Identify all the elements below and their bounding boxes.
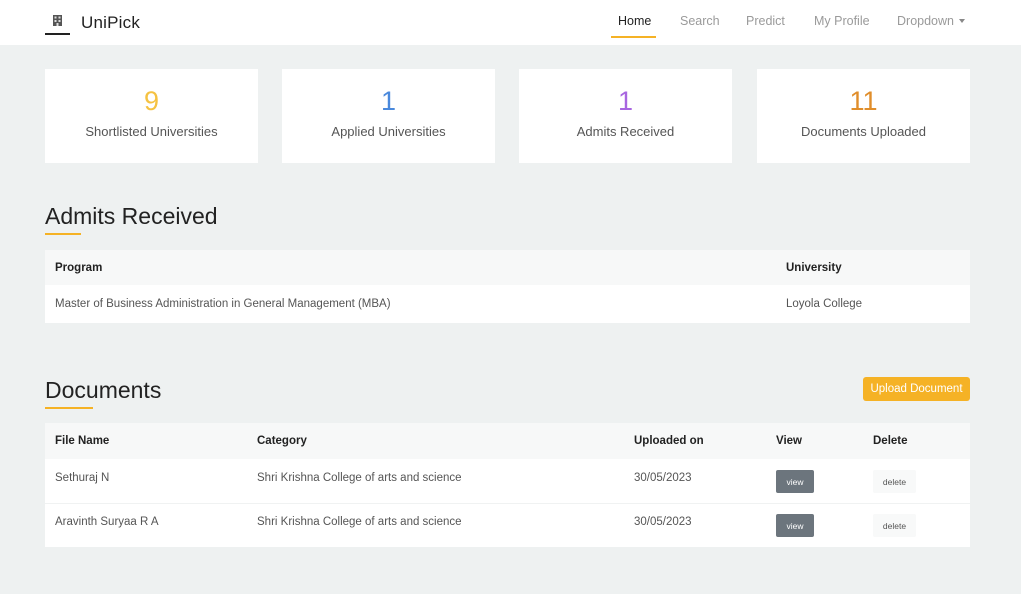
nav-predict[interactable]: Predict bbox=[746, 14, 785, 28]
stat-card-applied: 1 Applied Universities bbox=[282, 69, 495, 163]
stat-label: Admits Received bbox=[576, 124, 675, 139]
stat-card-documents: 11 Documents Uploaded bbox=[757, 69, 970, 163]
cell-university: Loyola College bbox=[786, 298, 863, 310]
delete-button[interactable]: delete bbox=[873, 514, 916, 537]
university-icon bbox=[45, 10, 70, 36]
stat-value: 1 bbox=[617, 86, 634, 116]
navbar: UniPick Home Search Predict My Profile D… bbox=[0, 0, 1021, 45]
delete-button[interactable]: delete bbox=[873, 470, 916, 493]
table-header: File Name Category Uploaded on View Dele… bbox=[45, 423, 970, 459]
stat-label: Documents Uploaded bbox=[800, 124, 927, 139]
nav-dropdown[interactable]: Dropdown bbox=[897, 14, 965, 28]
stat-card-admits: 1 Admits Received bbox=[519, 69, 732, 163]
row-divider bbox=[45, 503, 970, 504]
stat-value: 9 bbox=[143, 86, 160, 116]
cell-category: Shri Krishna College of arts and science bbox=[257, 516, 462, 528]
brand[interactable]: UniPick bbox=[45, 10, 140, 36]
cell-program: Master of Business Administration in Gen… bbox=[55, 298, 391, 310]
col-program: Program bbox=[55, 262, 103, 274]
view-button[interactable]: view bbox=[776, 514, 814, 537]
nav-home[interactable]: Home bbox=[618, 14, 651, 28]
admits-title-underline bbox=[45, 233, 81, 235]
stat-label: Applied Universities bbox=[331, 124, 446, 139]
stat-value: 11 bbox=[849, 86, 878, 116]
nav-active-indicator bbox=[611, 36, 656, 38]
nav-dropdown-label: Dropdown bbox=[897, 14, 954, 28]
admits-title: Admits Received bbox=[45, 203, 218, 229]
nav-my-profile[interactable]: My Profile bbox=[814, 14, 870, 28]
cell-file-name: Aravinth Suryaa R A bbox=[55, 516, 159, 528]
view-button[interactable]: view bbox=[776, 470, 814, 493]
col-category: Category bbox=[257, 435, 307, 447]
nav-search[interactable]: Search bbox=[680, 14, 720, 28]
col-university: University bbox=[786, 262, 842, 274]
stat-card-shortlisted: 9 Shortlisted Universities bbox=[45, 69, 258, 163]
cell-uploaded-on: 30/05/2023 bbox=[634, 516, 692, 528]
brand-name: UniPick bbox=[81, 13, 141, 32]
documents-table: File Name Category Uploaded on View Dele… bbox=[45, 423, 970, 547]
col-file-name: File Name bbox=[55, 435, 110, 447]
col-uploaded-on: Uploaded on bbox=[634, 435, 704, 447]
admits-table: Program University Master of Business Ad… bbox=[45, 250, 970, 323]
cell-category: Shri Krishna College of arts and science bbox=[257, 472, 462, 484]
col-view: View bbox=[776, 435, 802, 447]
documents-title-underline bbox=[45, 407, 93, 409]
cell-uploaded-on: 30/05/2023 bbox=[634, 472, 692, 484]
stat-value: 1 bbox=[380, 86, 397, 116]
col-delete: Delete bbox=[873, 435, 908, 447]
stat-label: Shortlisted Universities bbox=[85, 124, 218, 139]
upload-document-button[interactable]: Upload Document bbox=[863, 377, 970, 401]
documents-title: Documents bbox=[45, 377, 162, 403]
cell-file-name: Sethuraj N bbox=[55, 472, 110, 484]
table-header: Program University bbox=[45, 250, 970, 285]
caret-down-icon bbox=[958, 19, 965, 23]
